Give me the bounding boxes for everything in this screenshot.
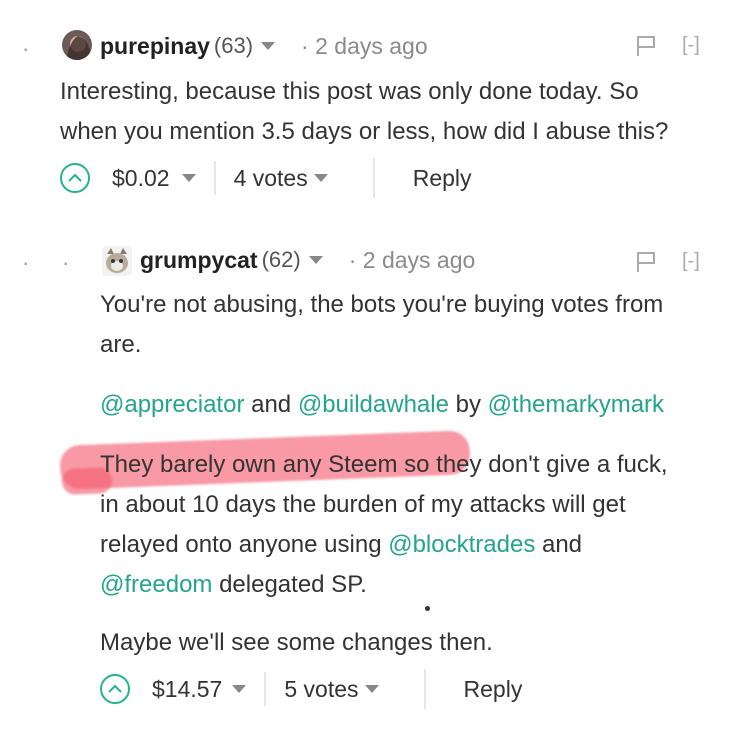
reply-button[interactable]: Reply: [413, 165, 472, 192]
chevron-down-icon[interactable]: [181, 174, 196, 182]
stray-dot: [425, 606, 430, 611]
chevron-up-icon: [108, 684, 122, 693]
chevron-down-icon[interactable]: [364, 685, 379, 693]
comment-text-line: relayed onto anyone using @blocktrades a…: [100, 525, 668, 565]
chevron-down-icon[interactable]: [308, 256, 323, 264]
upvote-button[interactable]: [60, 163, 90, 193]
divider: [213, 161, 216, 195]
comment-text: delegated SP.: [219, 571, 367, 598]
chevron-down-icon[interactable]: [313, 174, 328, 182]
votes-count[interactable]: 4 votes: [234, 165, 308, 192]
comment-text-line: You're not abusing, the bots you're buyi…: [100, 291, 664, 318]
comment-text-line: @freedom delegated SP.: [100, 565, 668, 605]
comment-text: and: [251, 391, 292, 418]
upvote-button[interactable]: [100, 674, 130, 704]
comment-footer: $14.57 5 votes Reply: [100, 669, 523, 709]
comment-header: purepinay (63) · 2 days ago: [100, 30, 428, 62]
comment-text: by: [455, 391, 481, 418]
timestamp[interactable]: · 2 days ago: [349, 247, 476, 274]
author-name[interactable]: purepinay: [100, 33, 210, 60]
comment-text: and: [541, 531, 583, 558]
comment-text: relayed onto anyone using: [100, 531, 382, 558]
avatar[interactable]: [102, 246, 132, 276]
comment-text-line: They barely own any Steem so they don't …: [100, 451, 668, 478]
collapse-toggle[interactable]: [-]: [682, 250, 700, 273]
flag-icon[interactable]: [635, 34, 657, 58]
comment-mentions: @appreciator and @buildawhale by @themar…: [100, 385, 664, 425]
flag-icon[interactable]: [635, 250, 657, 274]
divider: [264, 672, 267, 706]
timestamp[interactable]: · 2 days ago: [301, 33, 428, 60]
thread-dot: ·: [22, 36, 30, 61]
comment-text-line: when you mention 3.5 days or less, how d…: [60, 118, 669, 145]
avatar-image-icon: [102, 246, 132, 276]
votes-count[interactable]: 5 votes: [284, 676, 358, 703]
avatar[interactable]: [62, 30, 92, 60]
mention-link[interactable]: @appreciator: [100, 391, 244, 418]
comment-text-line: Maybe we'll see some changes then.: [100, 629, 493, 656]
collapse-toggle[interactable]: [-]: [682, 34, 700, 57]
comment-text-line: in about 10 days the burden of my attack…: [100, 491, 626, 518]
comment-header: grumpycat (62) · 2 days ago: [140, 244, 475, 276]
author-name[interactable]: grumpycat: [140, 247, 258, 274]
comment-body: You're not abusing, the bots you're buyi…: [100, 285, 663, 365]
divider: [423, 669, 426, 709]
thread-dot: ·: [62, 250, 70, 275]
mention-link[interactable]: @themarkymark: [488, 391, 664, 418]
avatar-image-icon: [62, 30, 92, 60]
author-reputation: (63): [213, 33, 254, 58]
reply-button[interactable]: Reply: [464, 676, 523, 703]
mention-link[interactable]: @blocktrades: [388, 531, 535, 558]
comment-text-line: Interesting, because this post was only …: [60, 78, 639, 105]
payout-value[interactable]: $14.57: [152, 676, 222, 703]
comment-text-line: are.: [100, 331, 142, 358]
mention-link[interactable]: @buildawhale: [298, 391, 449, 418]
author-reputation: (62): [261, 247, 301, 272]
divider: [372, 158, 375, 198]
comment-footer: $0.02 4 votes Reply: [60, 158, 472, 198]
comment-paragraph: They barely own any Steem so they don't …: [100, 445, 668, 605]
mention-link[interactable]: @freedom: [100, 571, 212, 598]
chevron-up-icon: [68, 173, 82, 182]
chevron-down-icon[interactable]: [232, 685, 247, 693]
chevron-down-icon[interactable]: [261, 42, 276, 50]
comment-body: Interesting, because this post was only …: [60, 72, 668, 152]
payout-value[interactable]: $0.02: [112, 165, 170, 192]
thread-dot: ·: [22, 250, 30, 275]
